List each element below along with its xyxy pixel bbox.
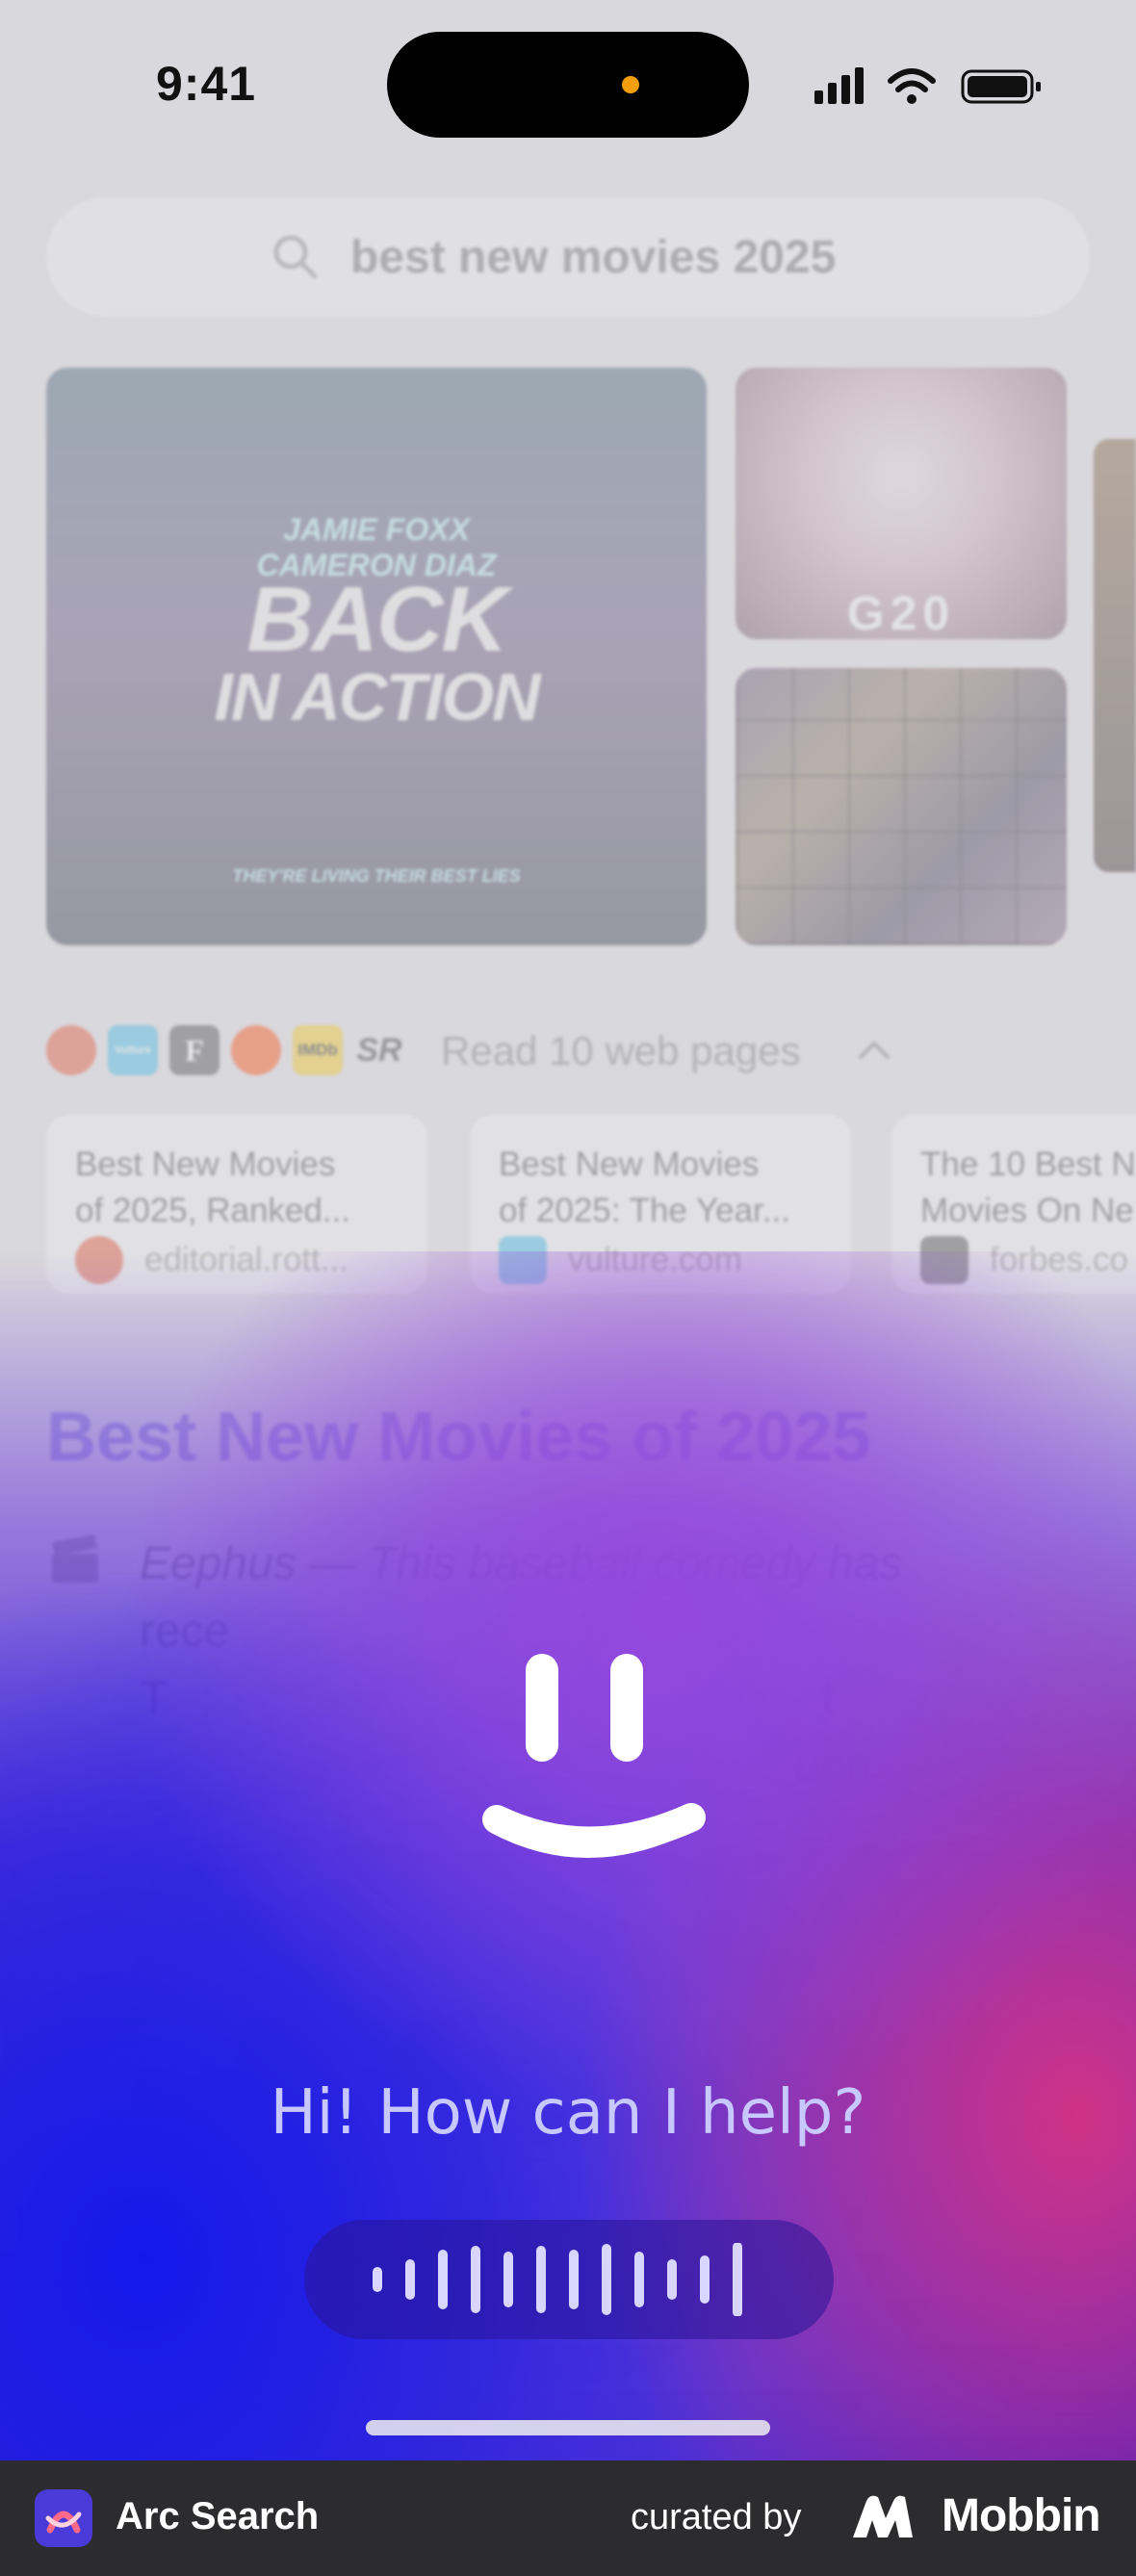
smiley-face-icon: [482, 1654, 706, 1859]
battery-icon: [961, 69, 1041, 104]
vulture-icon-label: Vulture: [115, 1044, 151, 1056]
status-time: 9:41: [156, 57, 257, 111]
status-bar: 9:41: [0, 0, 1136, 173]
forbes-icon-label: F: [185, 1032, 204, 1068]
imdb-icon: IMDb: [293, 1025, 343, 1075]
poster-title-line2: IN ACTION: [214, 659, 540, 734]
wifi-icon: [888, 68, 936, 104]
source-icons[interactable]: Vulture F IMDb SR: [46, 1025, 404, 1075]
voice-prompt: Hi! How can I help?: [270, 2077, 866, 2149]
tomato-icon: [75, 1236, 123, 1284]
source-card-title-line1: The 10 Best N: [920, 1146, 1136, 1183]
source-card-site-label: forbes.co: [990, 1241, 1128, 1278]
source-card-site-label: editorial.rott...: [144, 1241, 349, 1278]
imdb-icon-label: IMDb: [297, 1041, 338, 1059]
arc-logo-icon: [45, 2511, 82, 2534]
footer-bar: Arc Search curated by Mobbin: [0, 2460, 1136, 2576]
poster-g20-title: G20: [846, 586, 956, 639]
source-card-title-line2: of 2025, Ranked...: [75, 1192, 351, 1229]
recording-indicator-dot: [622, 76, 639, 93]
answer-line: Eephus — This baseball comedy has: [140, 1538, 903, 1589]
source-card-site-label: vulture.com: [568, 1241, 742, 1278]
clapperboard-icon: [52, 1534, 98, 1583]
source-card-site: vulture.com: [499, 1236, 742, 1284]
mobbin-logo-icon: [853, 2495, 913, 2537]
tomato-icon: [46, 1025, 96, 1075]
image-result-top-right[interactable]: G20: [736, 368, 1067, 639]
cellular-signal-icon: [814, 67, 864, 104]
read-web-pages-label[interactable]: Read 10 web pages: [441, 1028, 801, 1074]
screenrant-icon-label: SR: [356, 1031, 402, 1069]
footer-curated-by: curated by: [631, 2497, 802, 2537]
source-card-2[interactable]: Best New Movies of 2025: The Year... vul…: [470, 1115, 851, 1294]
image-result-partial[interactable]: [1094, 439, 1136, 872]
source-card-site: editorial.rott...: [75, 1236, 349, 1284]
forbes-icon: F: [169, 1025, 219, 1075]
footer-brand: Mobbin: [942, 2490, 1101, 2541]
source-card-site: forbes.co: [920, 1236, 1128, 1284]
source-card-title-line1: Best New Movies: [75, 1146, 336, 1183]
poster-title-line1: BACK: [246, 568, 507, 671]
home-indicator[interactable]: [366, 2420, 770, 2435]
source-card-3[interactable]: The 10 Best N Movies On Ne forbes.co: [891, 1115, 1136, 1294]
source-card-title-line2: Movies On Ne: [920, 1192, 1134, 1229]
source-card-title-line1: Best New Movies: [499, 1146, 760, 1183]
source-card-1[interactable]: Best New Movies of 2025, Ranked... edito…: [46, 1115, 427, 1294]
audio-waveform-icon: [373, 2243, 742, 2316]
vulture-icon: [499, 1236, 547, 1284]
answer-heading: Best New Movies of 2025: [46, 1399, 871, 1476]
poster-tagline: THEY'RE LIVING THEIR BEST LIES: [232, 866, 521, 886]
chevron-up-icon[interactable]: [857, 1038, 891, 1061]
dynamic-island: [387, 32, 749, 138]
search-icon: [273, 235, 318, 279]
reddit-icon: [231, 1025, 281, 1075]
screenrant-icon: SR: [354, 1025, 404, 1075]
source-card-title-line2: of 2025: The Year...: [499, 1192, 790, 1229]
forbes-icon: [920, 1236, 968, 1284]
search-query[interactable]: best new movies 2025: [350, 231, 836, 284]
arc-search-app-icon: [35, 2489, 92, 2547]
image-result-bottom-right[interactable]: [736, 668, 1067, 945]
vulture-icon: Vulture: [108, 1025, 158, 1075]
image-result-main[interactable]: JAMIE FOXX CAMERON DIAZ BACK IN ACTION T…: [46, 368, 707, 945]
status-icons: [814, 67, 1041, 104]
footer-app-name: Arc Search: [116, 2495, 320, 2537]
